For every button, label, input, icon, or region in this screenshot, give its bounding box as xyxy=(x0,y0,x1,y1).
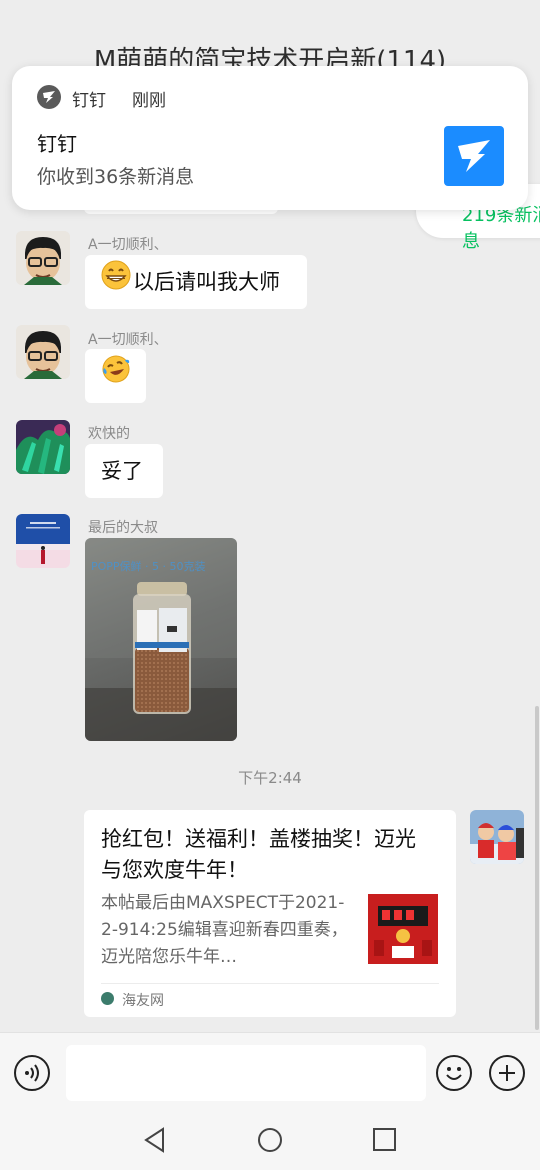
message-bubble[interactable] xyxy=(85,349,146,403)
dingtalk-app-icon xyxy=(37,85,61,109)
card-description: 本帖最后由MAXSPECT于2021-2-914:25编辑喜迎新春四重奏，迈光陪… xyxy=(101,893,348,967)
notification-banner[interactable]: 钉钉 刚刚 钉钉 你收到36条新消息 xyxy=(12,66,528,210)
shared-link-card[interactable]: 抢红包！送福利！盖楼抽奖！迈光与您欢度牛年！ 本帖最后由MAXSPECT于202… xyxy=(84,810,456,1017)
card-divider xyxy=(101,983,439,984)
notification-title: 钉钉 xyxy=(37,132,77,156)
emoji-icon[interactable] xyxy=(436,1055,472,1091)
message-bubble[interactable]: 以后请叫我大师 xyxy=(85,255,307,309)
my-avatar[interactable] xyxy=(470,810,524,864)
card-source: 海友网 xyxy=(122,993,164,1009)
avatar[interactable] xyxy=(16,514,70,568)
laughing-tears-face-icon xyxy=(101,350,131,404)
back-icon[interactable] xyxy=(142,1126,168,1154)
photo-message[interactable]: POPP保鲜 · 5 · 50克装 xyxy=(85,538,237,741)
message-timestamp: 下午2:44 xyxy=(238,769,302,787)
sender-name: A一切顺利、 xyxy=(88,237,168,253)
message-text: 以后请叫我大师 xyxy=(133,270,280,294)
card-title: 抢红包！送福利！盖楼抽奖！迈光与您欢度牛年！ xyxy=(101,827,416,882)
notification-body: 你收到36条新消息 xyxy=(37,166,195,188)
avatar[interactable] xyxy=(16,325,70,379)
recents-icon[interactable] xyxy=(372,1127,398,1153)
voice-input-icon[interactable] xyxy=(14,1055,50,1091)
notification-app-name: 钉钉 xyxy=(72,91,106,111)
message-bubble[interactable]: 妥了 xyxy=(85,444,163,498)
plus-icon[interactable] xyxy=(489,1055,525,1091)
dingtalk-logo-icon xyxy=(444,126,504,186)
avatar[interactable] xyxy=(16,420,70,474)
message-text: 妥了 xyxy=(101,459,143,483)
grin-face-icon xyxy=(101,256,131,310)
avatar[interactable] xyxy=(16,231,70,285)
notification-time: 刚刚 xyxy=(132,91,166,111)
source-logo-icon xyxy=(101,992,114,1005)
card-thumbnail xyxy=(368,894,438,964)
sender-name: A一切顺利、 xyxy=(88,332,168,348)
message-input[interactable] xyxy=(66,1045,426,1101)
input-bar xyxy=(0,1032,540,1113)
scrollbar[interactable] xyxy=(535,706,539,1030)
home-icon[interactable] xyxy=(256,1126,284,1154)
sender-name: 欢快的 xyxy=(88,426,130,442)
sender-name: 最后的大叔 xyxy=(88,520,158,536)
system-nav-bar xyxy=(0,1112,540,1170)
